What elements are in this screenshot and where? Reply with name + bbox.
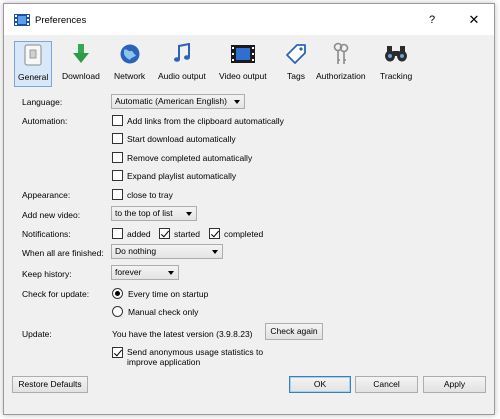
tab-general-label: General <box>18 72 49 82</box>
add-new-video-select[interactable]: to the top of list <box>111 206 197 221</box>
add-new-video-value: to the top of list <box>115 208 173 218</box>
keep-history-label: Keep history: <box>22 269 72 279</box>
apply-button[interactable]: Apply <box>423 376 486 393</box>
check-update-label: Check for update: <box>22 289 90 299</box>
title-bar: Preferences ? ✕ <box>4 4 494 35</box>
anonymous-stats-label: Send anonymous usage statistics to impro… <box>127 347 263 367</box>
cancel-button[interactable]: Cancel <box>355 376 418 393</box>
language-select[interactable]: Automatic (American English) <box>111 94 245 109</box>
language-select-value: Automatic (American English) <box>115 96 227 106</box>
update-every-startup-radio[interactable]: Every time on startup <box>112 288 208 299</box>
automation-label: Automation: <box>22 116 68 126</box>
keep-history-select[interactable]: forever <box>111 265 179 280</box>
checkbox-box[interactable] <box>112 152 123 163</box>
checkbox-label: completed <box>224 228 264 239</box>
general-icon <box>20 42 46 68</box>
tab-audio-output-label: Audio output <box>158 71 206 81</box>
checkbox-box[interactable] <box>112 228 123 239</box>
tab-download-label: Download <box>62 71 100 81</box>
keep-history-value: forever <box>115 267 142 277</box>
download-arrow-icon <box>68 41 94 67</box>
tab-video-output-label: Video output <box>219 71 267 81</box>
anonymous-stats-line1: Send anonymous usage statistics to <box>127 347 264 357</box>
tab-authorization-label: Authorization <box>316 71 366 81</box>
checkbox-box[interactable] <box>112 115 123 126</box>
notify-added-checkbox[interactable]: added <box>112 228 151 239</box>
close-to-tray-checkbox[interactable]: close to tray <box>112 189 173 200</box>
chevron-down-icon <box>212 250 218 254</box>
radio-label: Manual check only <box>128 306 199 317</box>
radio-circle[interactable] <box>112 306 123 317</box>
tab-tracking[interactable]: Tracking <box>380 41 412 87</box>
radio-circle[interactable] <box>112 288 123 299</box>
tab-audio-output[interactable]: Audio output <box>158 41 206 87</box>
notify-completed-checkbox[interactable]: completed <box>209 228 263 239</box>
checkbox-box[interactable] <box>209 228 220 239</box>
tab-authorization[interactable]: Authorization <box>316 41 366 87</box>
anonymous-stats-line2: improve application <box>127 357 201 367</box>
anonymous-stats-checkbox[interactable]: Send anonymous usage statistics to impro… <box>112 347 263 367</box>
music-note-icon <box>169 41 195 67</box>
tab-network[interactable]: Network <box>114 41 145 87</box>
app-icon <box>14 14 30 26</box>
film-icon <box>230 41 256 67</box>
radio-label: Every time on startup <box>128 288 209 299</box>
automation-expand-playlist-checkbox[interactable]: Expand playlist automatically <box>112 170 236 181</box>
tab-video-output[interactable]: Video output <box>219 41 267 87</box>
when-finished-value: Do nothing <box>115 246 157 256</box>
update-label: Update: <box>22 329 52 339</box>
add-new-video-label: Add new video: <box>22 210 81 220</box>
checkbox-label: Remove completed automatically <box>127 152 253 163</box>
automation-start-download-checkbox[interactable]: Start download automatically <box>112 133 236 144</box>
tab-download[interactable]: Download <box>62 41 100 87</box>
checkbox-label: Start download automatically <box>127 133 236 144</box>
checkbox-box[interactable] <box>112 170 123 181</box>
checkbox-box[interactable] <box>112 189 123 200</box>
chevron-down-icon <box>234 100 240 104</box>
preferences-window: Preferences ? ✕ General Download Network… <box>3 3 495 415</box>
checkbox-label: added <box>127 228 151 239</box>
checkbox-label: started <box>174 228 200 239</box>
tab-tracking-label: Tracking <box>380 71 413 81</box>
update-manual-radio[interactable]: Manual check only <box>112 306 198 317</box>
checkbox-box[interactable] <box>112 347 123 358</box>
help-button[interactable]: ? <box>417 9 447 31</box>
check-again-button[interactable]: Check again <box>265 323 323 340</box>
checkbox-label: Expand playlist automatically <box>127 170 237 181</box>
window-title: Preferences <box>35 15 87 26</box>
ok-button[interactable]: OK <box>289 376 351 393</box>
checkbox-label: close to tray <box>127 189 173 200</box>
when-finished-select[interactable]: Do nothing <box>111 244 223 259</box>
globe-icon <box>117 41 143 67</box>
update-status-text: You have the latest version (3.9.8.23) <box>112 329 253 339</box>
automation-remove-completed-checkbox[interactable]: Remove completed automatically <box>112 152 252 163</box>
keys-icon <box>328 41 354 67</box>
chevron-down-icon <box>168 271 174 275</box>
appearance-label: Appearance: <box>22 190 71 200</box>
tab-general[interactable]: General <box>14 41 53 87</box>
category-toolbar: General Download Network Audio output Vi… <box>4 35 494 90</box>
tab-network-label: Network <box>114 71 146 81</box>
checkbox-box[interactable] <box>112 133 123 144</box>
notifications-label: Notifications: <box>22 229 71 239</box>
checkbox-label: Add links from the clipboard automatical… <box>127 115 284 126</box>
chevron-down-icon <box>186 212 192 216</box>
automation-clipboard-checkbox[interactable]: Add links from the clipboard automatical… <box>112 115 284 126</box>
tab-tags-label: Tags <box>287 71 305 81</box>
checkbox-box[interactable] <box>159 228 170 239</box>
notify-started-checkbox[interactable]: started <box>159 228 200 239</box>
binoculars-icon <box>383 41 409 67</box>
language-label: Language: <box>22 97 63 107</box>
tab-tags[interactable]: Tags <box>283 41 309 87</box>
when-finished-label: When all are finished: <box>22 248 104 258</box>
restore-defaults-button[interactable]: Restore Defaults <box>12 376 88 393</box>
close-button[interactable]: ✕ <box>459 9 489 31</box>
tag-icon <box>283 41 309 67</box>
